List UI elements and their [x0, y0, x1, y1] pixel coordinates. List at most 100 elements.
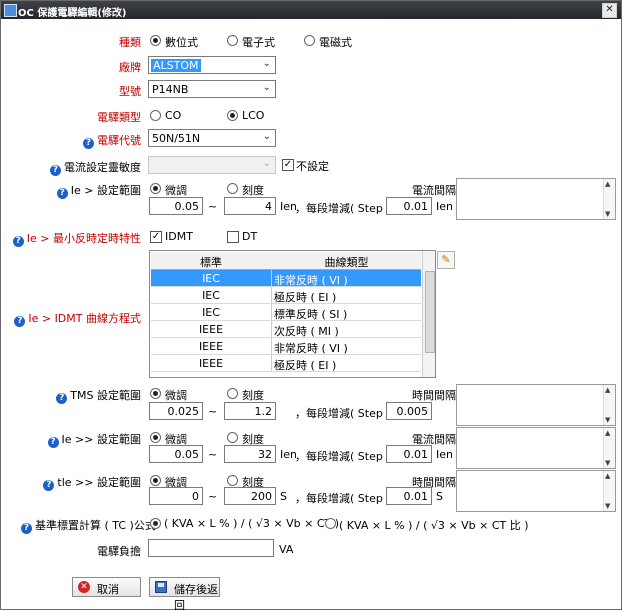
kind-radio-electronic[interactable] — [227, 35, 238, 46]
burden-input[interactable] — [148, 539, 274, 557]
scrollbar[interactable]: ▲ ▼ — [603, 179, 615, 219]
kind-option-electronic: 電子式 — [242, 36, 275, 49]
ie-range-min-input[interactable]: 0.05 — [149, 197, 203, 215]
column-header-curve-type[interactable]: 曲線類型 — [272, 254, 421, 270]
tle-unit: S — [280, 490, 287, 503]
help-icon[interactable]: ? — [50, 165, 61, 176]
sensitivity-select[interactable]: ⌄ — [148, 156, 276, 174]
model-label: 型號 — [119, 85, 141, 98]
tle-max-input[interactable]: 200 — [224, 487, 276, 505]
scroll-up-icon[interactable]: ▲ — [605, 472, 610, 480]
tle-interval-memo[interactable]: ▲ ▼ — [456, 470, 616, 512]
close-icon[interactable]: ✕ — [602, 3, 617, 18]
ie-range-interval-memo[interactable]: ▲ ▼ — [456, 178, 616, 220]
tle-radio-scale[interactable] — [227, 475, 238, 486]
tms-fine-label: 微調 — [165, 389, 187, 402]
sensitivity-not-set-label: 不設定 — [296, 160, 329, 173]
relay-type-radio-lco[interactable] — [227, 110, 238, 121]
help-icon[interactable]: ? — [56, 188, 68, 199]
model-value: P14NB — [152, 83, 189, 96]
help-icon[interactable]: ? — [83, 138, 94, 149]
tms-min-input[interactable]: 0.025 — [149, 402, 203, 420]
tc-formula-radio-1[interactable] — [150, 518, 161, 529]
scrollbar[interactable]: ▲ ▼ — [603, 428, 615, 468]
table-row[interactable]: IEC 非常反時 ( VI ) — [151, 270, 421, 287]
help-icon[interactable]: ? — [56, 393, 68, 404]
ie2-step-unit: Ien — [436, 448, 453, 461]
ie2-radio-fine[interactable] — [150, 432, 161, 443]
tool-icon[interactable]: ✎ — [437, 251, 455, 269]
help-icon[interactable]: ? — [14, 316, 26, 327]
save-button-label: 儲存後返回 — [174, 583, 218, 612]
tms-range-label-text: TMS 設定範圍 — [70, 389, 141, 402]
tms-step-label: ，每段增減( Step ) — [295, 407, 391, 420]
kind-option-digital: 數位式 — [165, 36, 198, 49]
ie-range-fine-label: 微調 — [165, 184, 187, 197]
ie-range-max-input[interactable]: 4 — [224, 197, 276, 215]
ie-range-radio-scale[interactable] — [227, 183, 238, 194]
tle-step-input[interactable]: 0.01 — [386, 487, 432, 505]
cancel-button[interactable]: ✕ 取消 — [72, 577, 141, 597]
help-icon[interactable]: ? — [21, 523, 32, 534]
tms-step-input[interactable]: 0.005 — [386, 402, 432, 420]
tms-max-input[interactable]: 1.2 — [224, 402, 276, 420]
table-row[interactable]: IEEE 極反時 ( EI ) — [151, 355, 421, 372]
scroll-down-icon[interactable]: ▼ — [605, 210, 610, 218]
tms-interval-memo[interactable]: ▲ ▼ — [456, 384, 616, 426]
ie2-radio-scale[interactable] — [227, 432, 238, 443]
brand-label: 廠牌 — [119, 61, 141, 74]
table-row[interactable]: IEEE 次反時 ( MI ) — [151, 321, 421, 338]
tms-range-label: ? TMS 設定範圍 — [41, 387, 141, 404]
scroll-up-icon[interactable]: ▲ — [605, 386, 610, 394]
burden-label: 電驛負擔 — [97, 545, 141, 558]
scroll-down-icon[interactable]: ▼ — [605, 502, 610, 510]
help-icon[interactable]: ? — [12, 236, 24, 247]
ie-range-step-input[interactable]: 0.01 — [386, 197, 432, 215]
save-icon — [155, 581, 167, 593]
tle-step-unit: S — [436, 490, 443, 503]
chevron-down-icon: ⌄ — [262, 82, 271, 93]
tle-radio-fine[interactable] — [150, 475, 161, 486]
window-title: OC 保護電驛編輯(修改) — [18, 8, 127, 19]
idmt-curve-table[interactable]: 標準 曲線類型 IEC 非常反時 ( VI ) IEC 極反時 ( EI ) IEC… — [149, 250, 436, 378]
table-row[interactable]: IEC 極反時 ( EI ) — [151, 287, 421, 304]
kind-radio-digital[interactable] — [150, 35, 161, 46]
ie2-min-input[interactable]: 0.05 — [149, 445, 203, 463]
relay-code-label: ? 電驛代號 — [41, 132, 141, 149]
cancel-icon: ✕ — [78, 581, 90, 593]
relay-type-radio-co[interactable] — [150, 110, 161, 121]
ie2-interval-memo[interactable]: ▲ ▼ — [456, 427, 616, 469]
dt-checkbox[interactable] — [227, 231, 239, 243]
help-icon[interactable]: ? — [47, 437, 59, 448]
tms-radio-fine[interactable] — [150, 388, 161, 399]
table-scrollbar[interactable] — [422, 251, 435, 377]
min-inverse-label-text: Ie > 最小反時定時特性 — [26, 232, 141, 245]
table-row[interactable]: IEC 標準反時 ( SI ) — [151, 304, 421, 321]
sensitivity-not-set-checkbox[interactable]: ✓ — [282, 159, 294, 171]
tc-formula-radio-2[interactable] — [325, 518, 336, 529]
kind-radio-electromagnetic[interactable] — [304, 35, 315, 46]
relay-code-select[interactable]: 50N/51N ⌄ — [148, 129, 276, 147]
brand-select[interactable]: ALSTOM ⌄ — [148, 56, 276, 74]
chevron-down-icon: ⌄ — [262, 131, 271, 142]
relay-code-value: 50N/51N — [152, 132, 201, 145]
scrollbar[interactable]: ▲ ▼ — [603, 471, 615, 511]
scroll-up-icon[interactable]: ▲ — [605, 429, 610, 437]
column-header-standard[interactable]: 標準 — [151, 254, 271, 270]
table-row[interactable]: IEEE 非常反時 ( VI ) — [151, 338, 421, 355]
scroll-down-icon[interactable]: ▼ — [605, 459, 610, 467]
help-icon[interactable]: ? — [43, 480, 55, 491]
model-select[interactable]: P14NB ⌄ — [148, 80, 276, 98]
scroll-down-icon[interactable]: ▼ — [605, 416, 610, 424]
idmt-checkbox[interactable]: ✓ — [150, 231, 162, 243]
ie-range-radio-fine[interactable] — [150, 183, 161, 194]
scrollbar[interactable]: ▲ ▼ — [603, 385, 615, 425]
tle-min-input[interactable]: 0 — [149, 487, 203, 505]
save-button[interactable]: 儲存後返回 — [149, 577, 220, 612]
scrollbar-thumb[interactable] — [425, 271, 435, 353]
scroll-up-icon[interactable]: ▲ — [605, 180, 610, 188]
ie-range-step-unit: Ien — [436, 200, 453, 213]
ie2-max-input[interactable]: 32 — [224, 445, 276, 463]
tms-radio-scale[interactable] — [227, 388, 238, 399]
ie2-step-input[interactable]: 0.01 — [386, 445, 432, 463]
